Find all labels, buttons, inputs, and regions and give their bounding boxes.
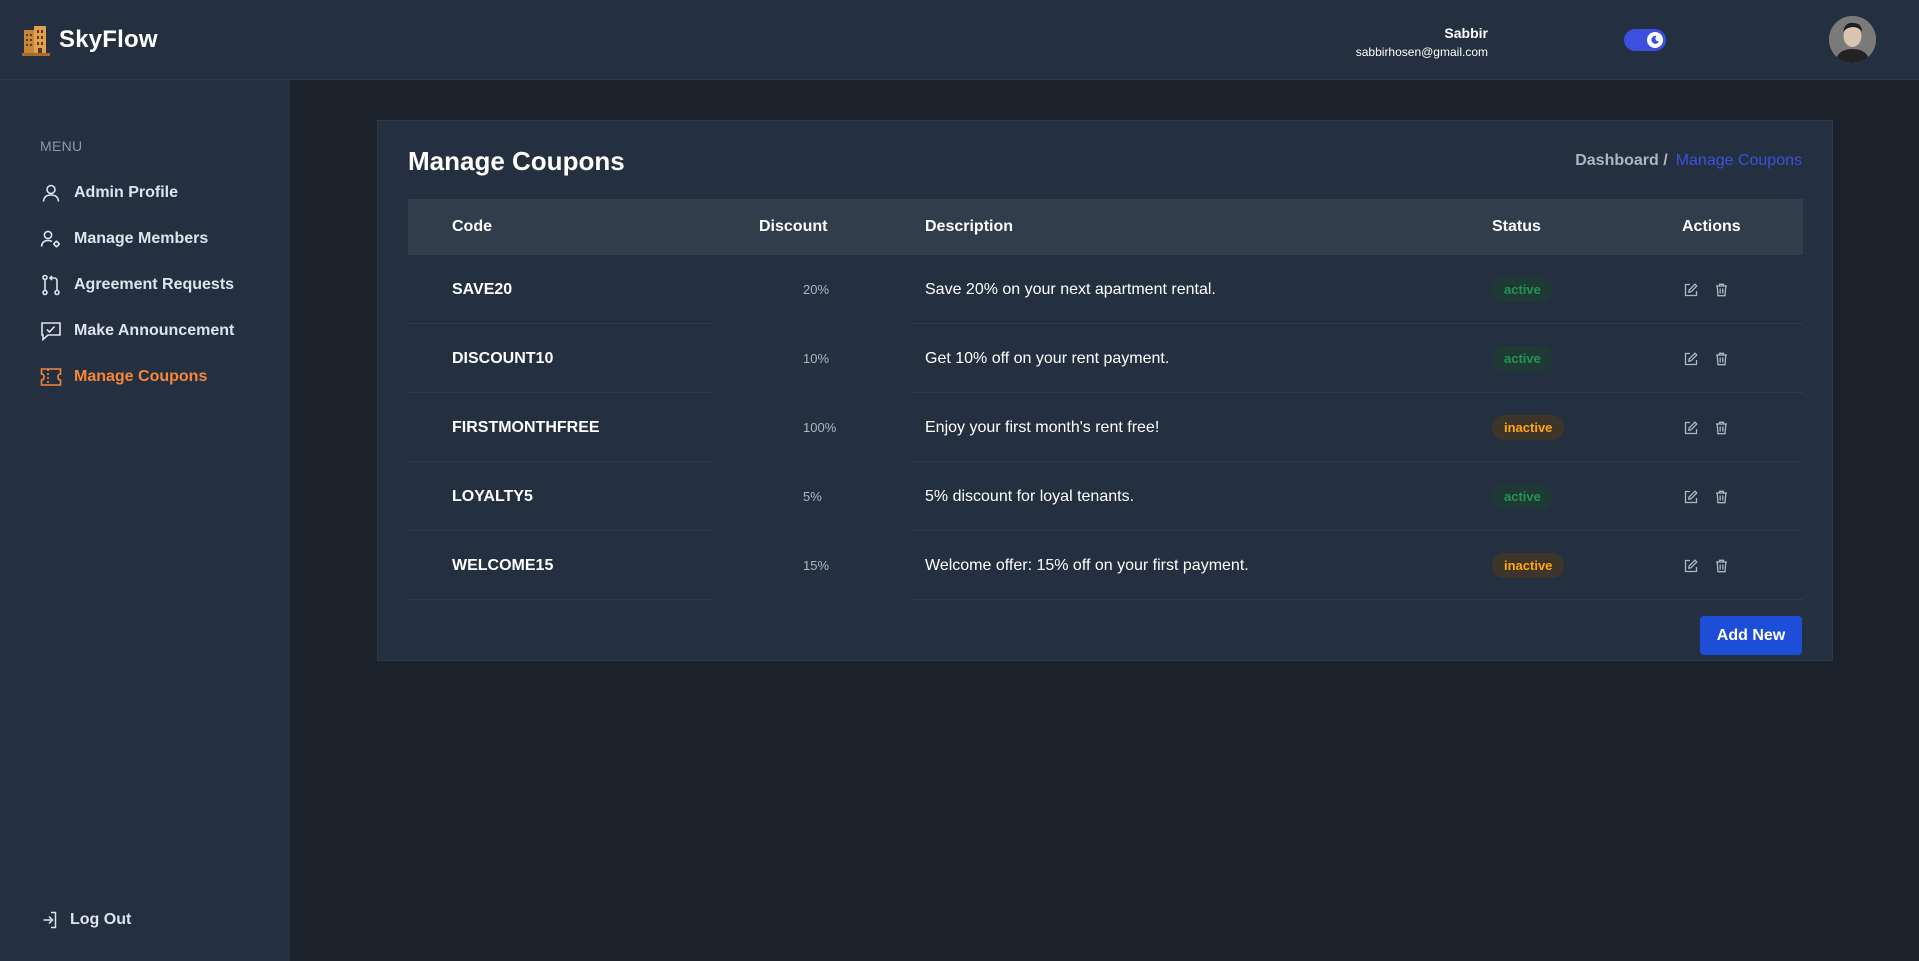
logout-icon [40, 910, 60, 930]
sidebar-item-label: Agreement Requests [74, 276, 235, 293]
top-header: SkyFlow Sabbir sabbirhosen@gmail.com [0, 0, 1919, 80]
breadcrumb: Dashboard / Manage Coupons [1575, 152, 1802, 170]
column-header-actions: Actions [1682, 218, 1741, 235]
page-title: Manage Coupons [408, 146, 625, 176]
trash-icon[interactable] [1712, 281, 1730, 299]
coupon-discount: 15% [803, 558, 830, 573]
announcement-icon [40, 320, 62, 342]
coupon-description: Get 10% off on your rent payment. [925, 349, 1170, 367]
add-new-button[interactable]: Add New [1700, 616, 1802, 655]
trash-icon[interactable] [1712, 419, 1730, 437]
sidebar-item-label: Make Announcement [74, 322, 235, 339]
coupon-code: SAVE20 [452, 280, 513, 298]
coupon-discount: 10% [803, 351, 830, 366]
table-row: LOYALTY5 5% 5% discount for loyal tenant… [408, 462, 1803, 531]
sidebar-item-manage-coupons[interactable]: Manage Coupons [40, 354, 234, 400]
trash-icon[interactable] [1712, 350, 1730, 368]
edit-icon[interactable] [1682, 488, 1700, 506]
coupon-discount: 20% [803, 282, 830, 297]
status-badge: inactive [1492, 415, 1565, 440]
table-row: WELCOME15 15% Welcome offer: 15% off on … [408, 531, 1803, 600]
status-badge: active [1492, 484, 1553, 509]
sidebar: MENU Admin Profile Manage Members Agreem… [0, 80, 290, 961]
status-badge: active [1492, 346, 1553, 371]
coupon-code: FIRSTMONTHFREE [452, 418, 600, 436]
logout-label: Log Out [70, 911, 132, 928]
table-row: DISCOUNT10 10% Get 10% off on your rent … [408, 324, 1803, 393]
column-header-description: Description [925, 218, 1014, 235]
coupon-code: LOYALTY5 [452, 487, 533, 505]
user-email: sabbirhosen@gmail.com [1355, 45, 1488, 59]
user-icon [40, 182, 62, 204]
menu-title: MENU [40, 138, 83, 154]
logout-button[interactable]: Log Out [40, 910, 131, 930]
coupon-description: Welcome offer: 15% off on your first pay… [925, 556, 1249, 574]
coupon-description: Save 20% on your next apartment rental. [925, 280, 1216, 298]
trash-icon[interactable] [1712, 488, 1730, 506]
breadcrumb-dashboard-link[interactable]: Dashboard / [1575, 152, 1667, 170]
coupon-code: DISCOUNT10 [452, 349, 554, 367]
brand-name: SkyFlow [59, 26, 158, 53]
column-header-discount: Discount [759, 218, 828, 235]
table-header: Code Discount Description Status Actions [408, 199, 1803, 255]
building-icon [22, 26, 50, 56]
edit-icon[interactable] [1682, 557, 1700, 575]
sidebar-item-manage-members[interactable]: Manage Members [40, 216, 234, 262]
user-info[interactable]: Sabbir sabbirhosen@gmail.com [1356, 24, 1488, 60]
coupon-description: Enjoy your first month's rent free! [925, 418, 1160, 436]
users-gear-icon [40, 228, 62, 250]
avatar[interactable] [1829, 16, 1876, 63]
sidebar-item-admin-profile[interactable]: Admin Profile [40, 170, 234, 216]
sidebar-item-make-announcement[interactable]: Make Announcement [40, 308, 234, 354]
column-header-status: Status [1492, 218, 1541, 235]
coupon-code: WELCOME15 [452, 556, 554, 574]
sidebar-menu: Admin Profile Manage Members Agreement R… [40, 170, 234, 400]
sidebar-item-label: Manage Coupons [74, 368, 208, 385]
sidebar-item-label: Admin Profile [74, 184, 179, 201]
coupon-discount: 5% [803, 489, 822, 504]
column-header-code: Code [452, 218, 492, 235]
theme-toggle[interactable] [1624, 29, 1666, 51]
sidebar-item-label: Manage Members [74, 230, 209, 247]
edit-icon[interactable] [1682, 350, 1700, 368]
ticket-icon [40, 366, 62, 388]
edit-icon[interactable] [1682, 281, 1700, 299]
moon-icon [1647, 32, 1663, 48]
table-row: FIRSTMONTHFREE 100% Enjoy your first mon… [408, 393, 1803, 462]
status-badge: active [1492, 277, 1553, 302]
brand[interactable]: SkyFlow [22, 24, 158, 56]
git-pull-request-icon [40, 274, 62, 296]
coupons-card: Manage Coupons Dashboard / Manage Coupon… [377, 120, 1833, 661]
coupon-description: 5% discount for loyal tenants. [925, 487, 1135, 505]
user-name: Sabbir [1444, 25, 1488, 41]
table-row: SAVE20 20% Save 20% on your next apartme… [408, 255, 1803, 324]
trash-icon[interactable] [1712, 557, 1730, 575]
status-badge: inactive [1492, 553, 1565, 578]
edit-icon[interactable] [1682, 419, 1700, 437]
sidebar-item-agreement-requests[interactable]: Agreement Requests [40, 262, 234, 308]
breadcrumb-current: Manage Coupons [1675, 152, 1802, 169]
coupons-table: Code Discount Description Status Actions… [408, 199, 1803, 600]
coupon-discount: 100% [803, 420, 837, 435]
